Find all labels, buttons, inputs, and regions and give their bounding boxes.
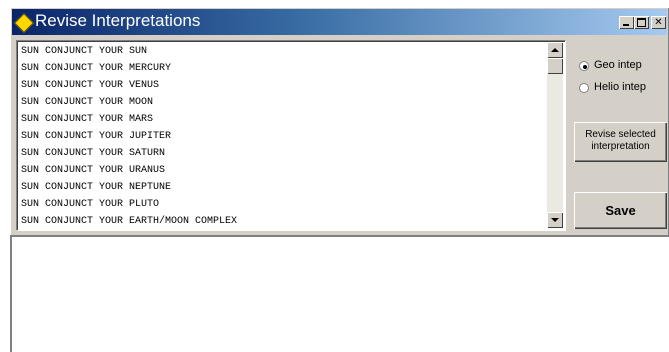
revise-button-label-line1: Revise selected bbox=[585, 129, 656, 140]
revise-selected-button[interactable]: Revise selected interpretation bbox=[574, 122, 667, 162]
scroll-up-button[interactable] bbox=[547, 42, 563, 58]
close-button[interactable]: ✕ bbox=[651, 16, 666, 29]
arrow-down-icon bbox=[551, 218, 559, 222]
list-item[interactable]: SUN CONJUNCT YOUR JUPITER bbox=[21, 129, 541, 145]
list-item[interactable]: SUN CONJUNCT YOUR PLUTO bbox=[21, 197, 541, 213]
helio-interp-label: Helio intep bbox=[594, 81, 646, 93]
revise-button-label-line2: interpretation bbox=[591, 141, 650, 152]
revise-interpretations-window: Revise Interpretations ✕ SUN CONJUNCT YO… bbox=[10, 7, 669, 352]
scroll-down-button[interactable] bbox=[547, 212, 563, 228]
list-scrollbar[interactable] bbox=[547, 42, 563, 228]
title-bar[interactable]: Revise Interpretations ✕ bbox=[12, 9, 667, 35]
radio-circle[interactable] bbox=[579, 83, 589, 93]
app-diamond-icon bbox=[14, 13, 34, 33]
list-item[interactable]: SUN CONJUNCT YOUR SUN bbox=[21, 44, 541, 60]
list-item[interactable]: SUN CONJUNCT YOUR MERCURY bbox=[21, 61, 541, 77]
list-item[interactable]: SUN CONJUNCT YOUR MOON bbox=[21, 95, 541, 111]
geo-interp-label: Geo intep bbox=[594, 59, 642, 71]
radio-selected-dot bbox=[583, 65, 587, 69]
interpretations-list[interactable]: SUN CONJUNCT YOUR SUN SUN CONJUNCT YOUR … bbox=[16, 40, 566, 231]
radio-circle[interactable] bbox=[579, 61, 589, 71]
maximize-icon bbox=[637, 18, 646, 27]
list-item[interactable]: SUN CONJUNCT YOUR URANUS bbox=[21, 163, 541, 179]
minimize-button[interactable] bbox=[619, 16, 634, 29]
list-item[interactable]: SUN CONJUNCT YOUR VENUS bbox=[21, 78, 541, 94]
arrow-up-icon bbox=[551, 48, 559, 52]
scroll-thumb[interactable] bbox=[547, 58, 563, 74]
save-button[interactable]: Save bbox=[574, 192, 667, 229]
list-item[interactable]: SUN CONJUNCT YOUR EARTH/MOON COMPLEX bbox=[21, 214, 541, 230]
close-icon: ✕ bbox=[654, 17, 663, 28]
list-item[interactable]: SUN CONJUNCT YOUR SATURN bbox=[21, 146, 541, 162]
list-item[interactable]: SUN CONJUNCT YOUR NEPTUNE bbox=[21, 180, 541, 196]
interpretation-text-editor[interactable] bbox=[10, 235, 669, 352]
minimize-icon bbox=[623, 24, 629, 26]
list-item[interactable]: SUN CONJUNCT YOUR MARS bbox=[21, 112, 541, 128]
window-title: Revise Interpretations bbox=[35, 11, 201, 30]
maximize-button[interactable] bbox=[634, 16, 649, 29]
